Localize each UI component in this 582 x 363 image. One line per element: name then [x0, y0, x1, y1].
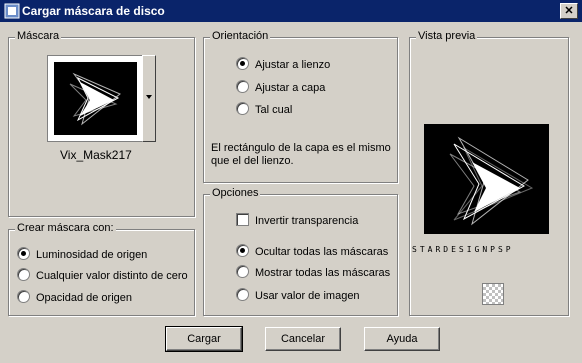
radio-indicator: [236, 265, 249, 278]
options-group-legend: Opciones: [210, 187, 261, 199]
radio-source-luminance[interactable]: Luminosidad de origen: [17, 247, 147, 261]
radio-hide-all-masks[interactable]: Ocultar todas las máscaras: [236, 244, 388, 258]
radio-label: Ajustar a lienzo: [255, 59, 331, 71]
preview-image: [424, 124, 549, 234]
orientation-group-legend: Orientación: [210, 30, 271, 42]
mask-thumbnail[interactable]: [47, 55, 144, 142]
cancel-button-label: Cancelar: [280, 333, 326, 345]
radio-source-opacity[interactable]: Opacidad de origen: [17, 290, 132, 304]
radio-any-nonzero[interactable]: Cualquier valor distinto de cero: [17, 268, 188, 282]
close-icon: ✕: [564, 5, 574, 17]
radio-label: Cualquier valor distinto de cero: [36, 270, 188, 282]
radio-indicator: [17, 268, 30, 281]
transparency-toggle-icon[interactable]: [482, 283, 504, 305]
radio-indicator: [17, 247, 30, 260]
chevron-down-icon: [146, 95, 152, 99]
radio-label: Ajustar a capa: [255, 82, 326, 94]
radio-fit-layer[interactable]: Ajustar a capa: [236, 80, 325, 94]
invert-transparency-checkbox[interactable]: Invertir transparencia: [236, 213, 358, 227]
checkbox-label: Invertir transparencia: [255, 215, 359, 227]
radio-label: Ocultar todas las máscaras: [255, 246, 389, 258]
radio-fit-canvas[interactable]: Ajustar a lienzo: [236, 57, 330, 71]
close-button[interactable]: ✕: [560, 3, 578, 19]
help-button[interactable]: Ayuda: [364, 327, 440, 351]
load-button[interactable]: Cargar: [165, 326, 243, 352]
mask-group-legend: Máscara: [15, 30, 62, 42]
mask-name: Vix_Mask217: [60, 148, 132, 162]
preview-group-legend: Vista previa: [416, 30, 478, 42]
app-icon: [4, 3, 20, 19]
mask-image: [54, 62, 137, 135]
mask-dropdown-button[interactable]: [142, 55, 156, 142]
create-mask-group-legend: Crear máscara con:: [15, 222, 116, 234]
load-mask-dialog: Cargar máscara de disco ✕ Máscara Vix_Ma…: [0, 0, 582, 363]
radio-indicator: [236, 102, 249, 115]
checkbox-indicator: [236, 213, 249, 226]
radio-as-is[interactable]: Tal cual: [236, 102, 292, 116]
radio-label: Usar valor de imagen: [255, 290, 360, 302]
load-button-label: Cargar: [187, 333, 221, 345]
radio-indicator: [236, 288, 249, 301]
radio-indicator: [236, 244, 249, 257]
window-title: Cargar máscara de disco: [22, 4, 165, 18]
radio-label: Opacidad de origen: [36, 292, 133, 304]
help-button-label: Ayuda: [386, 333, 418, 345]
orientation-description: El rectángulo de la capa es el mismo que…: [211, 142, 391, 167]
preview-watermark: STARDESIGNPSP: [412, 245, 514, 254]
radio-label: Mostrar todas las máscaras: [255, 267, 391, 279]
radio-use-image-value[interactable]: Usar valor de imagen: [236, 288, 360, 302]
preview-mask-graphic: [449, 136, 534, 226]
title-bar: Cargar máscara de disco ✕: [0, 0, 582, 22]
radio-indicator: [17, 290, 30, 303]
radio-label: Luminosidad de origen: [36, 249, 148, 261]
radio-label: Tal cual: [255, 104, 293, 116]
radio-indicator: [236, 80, 249, 93]
radio-show-all-masks[interactable]: Mostrar todas las máscaras: [236, 265, 390, 279]
radio-indicator: [236, 57, 249, 70]
cancel-button[interactable]: Cancelar: [265, 327, 341, 351]
